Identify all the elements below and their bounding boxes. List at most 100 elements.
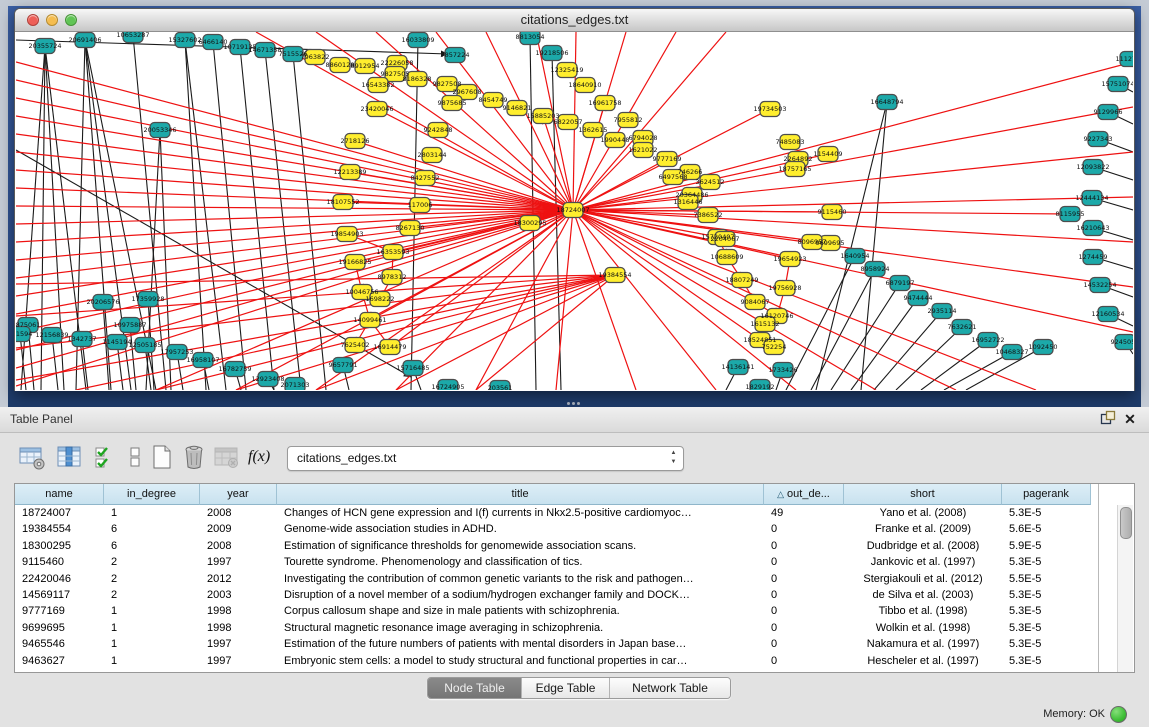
graph-node-label: 12213389 xyxy=(333,168,366,176)
table-row[interactable]: 1830029562008Estimation of significance … xyxy=(15,538,1134,554)
graph-node-label: 9115460 xyxy=(818,208,847,216)
table-row[interactable]: 911546021997Tourette syndrome. Phenomeno… xyxy=(15,554,1134,570)
graph-node-label: 8096957 xyxy=(798,238,827,246)
graph-node-label: 8813054 xyxy=(516,33,545,41)
table-cell: 1 xyxy=(104,653,200,669)
graph-node-label: 18300295 xyxy=(513,219,546,227)
graph-edge[interactable] xyxy=(396,275,615,390)
select-columns-button[interactable] xyxy=(92,443,120,471)
table-cell: 5.5E-5 xyxy=(1002,571,1091,587)
table-mode-button[interactable] xyxy=(18,443,46,471)
network-window-title: citations_edges.txt xyxy=(15,12,1134,27)
graph-node-label: 19756928 xyxy=(768,284,801,292)
graph-edge[interactable] xyxy=(573,210,1133,332)
network-canvas[interactable]: 2035572420691406106532871532760264661401… xyxy=(16,32,1133,390)
graph-edge[interactable] xyxy=(921,340,988,390)
table-cell: 1997 xyxy=(200,653,277,669)
tab-edge-table[interactable]: Edge Table xyxy=(522,678,610,698)
column-header-in_degree[interactable]: in_degree xyxy=(104,484,200,505)
scrollbar-thumb[interactable] xyxy=(1120,507,1132,539)
graph-edge[interactable] xyxy=(355,141,573,210)
graph-node-label: 7955812 xyxy=(614,116,643,124)
table-cell: 5.3E-5 xyxy=(1002,554,1091,570)
graph-edge[interactable] xyxy=(213,42,246,390)
graph-node-label: 6879197 xyxy=(886,279,915,287)
graph-node-label: 10975887 xyxy=(113,321,146,329)
graph-node-label: 16782759 xyxy=(218,365,251,373)
split-divider-handle[interactable] xyxy=(567,402,581,406)
network-window-titlebar[interactable]: citations_edges.txt xyxy=(15,9,1134,32)
column-header-label: out_de... xyxy=(787,488,830,500)
table-cell: Estimation of significance thresholds fo… xyxy=(277,538,764,554)
float-panel-icon[interactable] xyxy=(1099,410,1117,428)
graph-node-label: 9129966 xyxy=(1094,108,1123,116)
graph-edge[interactable] xyxy=(265,50,301,390)
column-header-name[interactable]: name xyxy=(15,484,104,505)
graph-node-label: 19166825 xyxy=(338,258,371,266)
graph-node-label: 18640910 xyxy=(568,81,601,89)
table-cell: 1 xyxy=(104,505,200,521)
table-selector-value: citations_edges.txt xyxy=(297,451,396,465)
table-row[interactable]: 946554611997Estimation of the future num… xyxy=(15,636,1134,652)
vertical-scrollbar[interactable] xyxy=(1117,505,1133,672)
table-cell: 5.3E-5 xyxy=(1002,620,1091,636)
column-header-short[interactable]: short xyxy=(844,484,1002,505)
graph-edge[interactable] xyxy=(20,334,26,390)
column-header-title[interactable]: title xyxy=(277,484,764,505)
memory-status-label: Memory: OK xyxy=(1043,708,1105,720)
formula-builder-button[interactable]: f(x) xyxy=(248,443,282,471)
graph-node-label: 16952722 xyxy=(971,336,1004,344)
graph-edge[interactable] xyxy=(377,109,573,210)
table-row[interactable]: 1938455462009Genome-wide association stu… xyxy=(15,521,1134,537)
table-cell: 5.3E-5 xyxy=(1002,603,1091,619)
graph-edge[interactable] xyxy=(133,35,166,390)
graph-node-label: 8454749 xyxy=(479,96,508,104)
table-cell: Hescheler et al. (1997) xyxy=(844,653,1002,669)
graph-edge[interactable] xyxy=(16,152,573,210)
graph-node-label: 391594 xyxy=(16,330,32,338)
graph-edge[interactable] xyxy=(16,62,573,210)
table-cell: 2009 xyxy=(200,521,277,537)
table-row[interactable]: 977716911998Corpus callosum shape and si… xyxy=(15,603,1134,619)
graph-node-label: 19218506 xyxy=(535,49,568,57)
tab-node-table[interactable]: Node Table xyxy=(428,678,522,698)
table-row[interactable]: 1456911722003Disruption of a novel membe… xyxy=(15,587,1134,603)
delete-column-button[interactable] xyxy=(180,443,208,471)
table-cell: 2003 xyxy=(200,587,277,603)
table-viewport-edge xyxy=(1098,484,1099,672)
table-cell: 18300295 xyxy=(15,538,104,554)
table-cell: 9699695 xyxy=(15,620,104,636)
close-panel-icon[interactable]: ✕ xyxy=(1121,410,1139,428)
tab-network-table[interactable]: Network Table xyxy=(610,678,730,698)
table-row[interactable]: 2242004622012Investigating the contribut… xyxy=(15,571,1134,587)
column-header-pagerank[interactable]: pagerank xyxy=(1002,484,1091,505)
graph-node-label: 20355724 xyxy=(28,42,61,50)
table-row[interactable]: 1872400712008Changes of HCN gene express… xyxy=(15,505,1134,521)
table-selector-dropdown[interactable]: citations_edges.txt ▲▼ xyxy=(287,446,684,471)
column-header-year[interactable]: year xyxy=(200,484,277,505)
graph-node-label: 22226058 xyxy=(380,59,413,67)
graph-edge[interactable] xyxy=(185,40,226,390)
graph-node-label: 23420046 xyxy=(360,105,393,113)
show-columns-button[interactable] xyxy=(55,443,83,471)
table-cell: Embryonic stem cells: a model to study s… xyxy=(277,653,764,669)
graph-edge[interactable] xyxy=(411,40,418,390)
row-height-button[interactable] xyxy=(122,443,150,471)
new-column-button[interactable] xyxy=(148,443,176,471)
table-row[interactable]: 969969511998Structural magnetic resonanc… xyxy=(15,620,1134,636)
table-cell: Genome-wide association studies in ADHD. xyxy=(277,521,764,537)
column-header-out_de[interactable]: △out_de... xyxy=(764,484,844,505)
table-panel-header: Table Panel ✕ xyxy=(0,407,1149,433)
table-cell: 2 xyxy=(104,587,200,603)
table-cell: 14569117 xyxy=(15,587,104,603)
graph-edge[interactable] xyxy=(185,40,206,390)
graph-node-label: 16648794 xyxy=(870,98,903,106)
graph-node-label: 1733426 xyxy=(769,366,798,374)
table-row[interactable]: 946362711997Embryonic stem cells: a mode… xyxy=(15,653,1134,669)
column-header-label: title xyxy=(511,488,528,500)
graph-edge[interactable] xyxy=(896,327,962,390)
table-panel-title: Table Panel xyxy=(10,412,73,426)
sort-ascending-icon: △ xyxy=(777,489,784,499)
delete-table-button[interactable] xyxy=(212,443,240,471)
graph-node-label: 2935114 xyxy=(928,307,957,315)
